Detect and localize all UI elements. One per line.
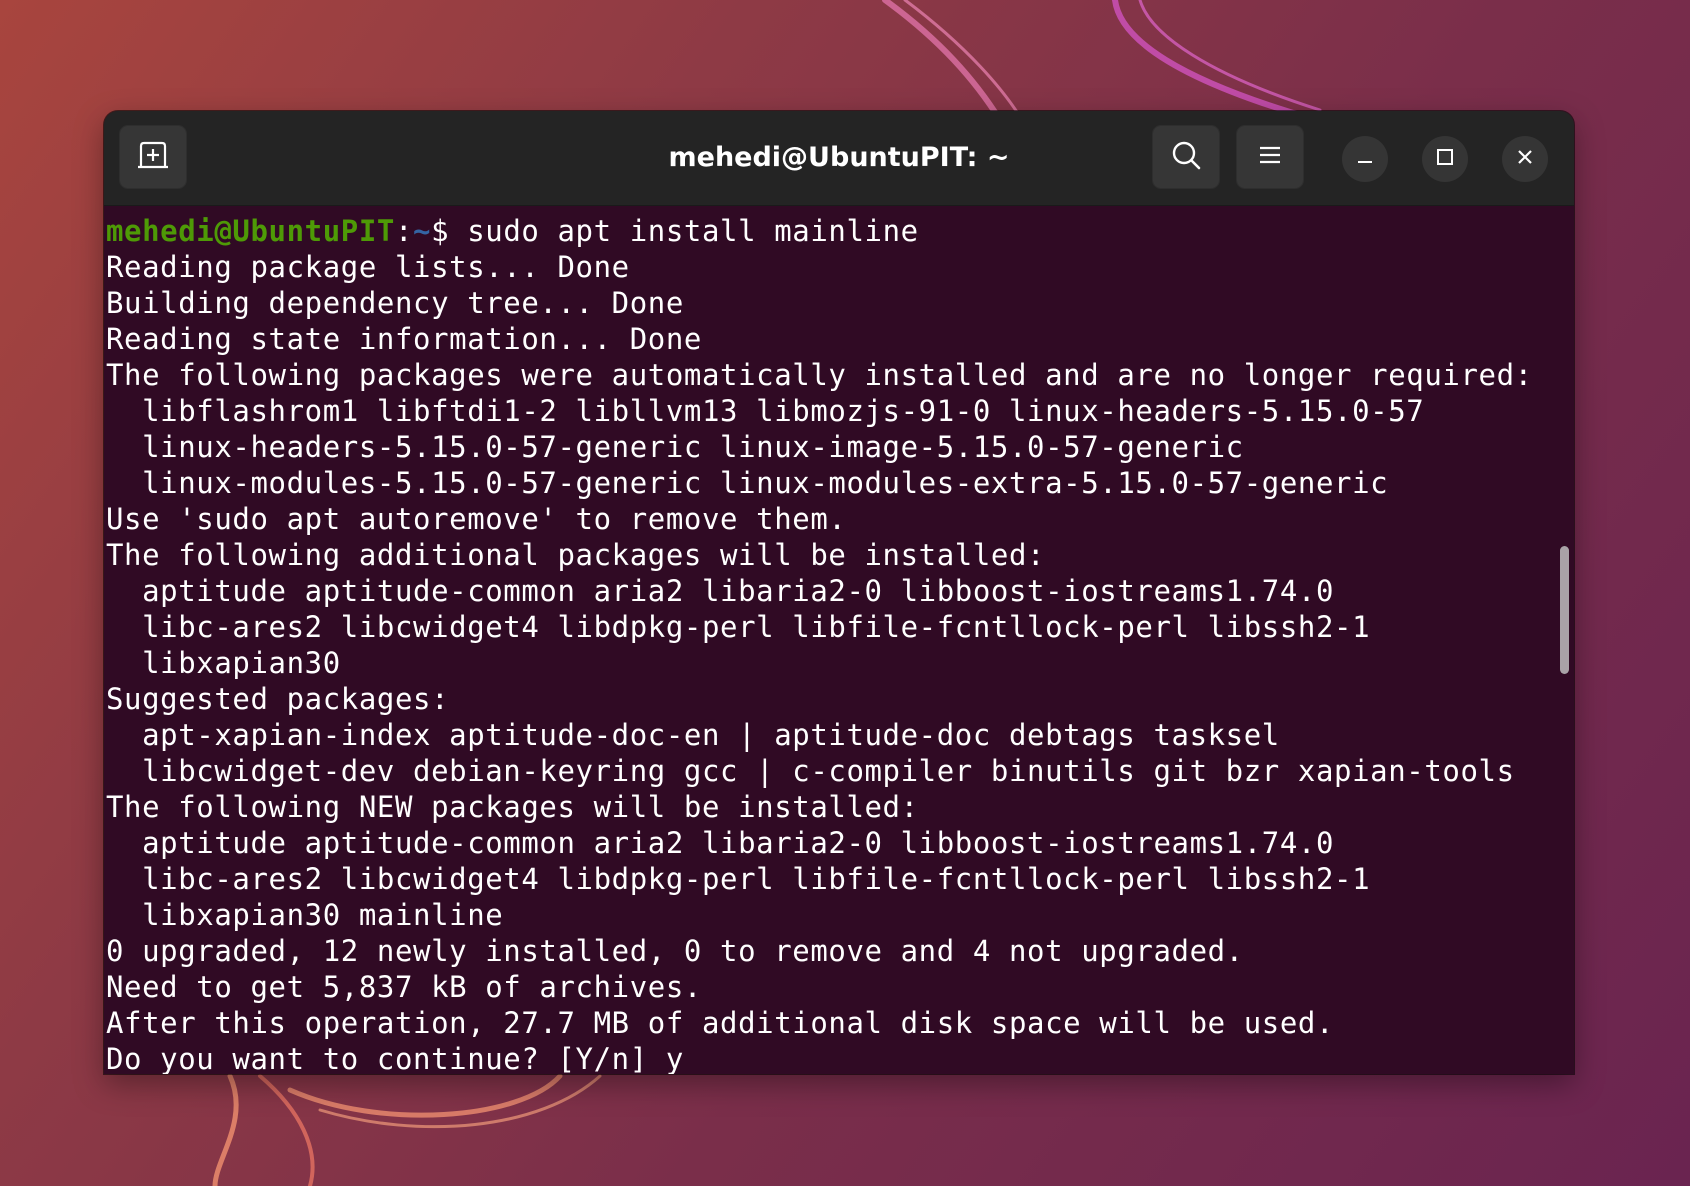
prompt-line: mehedi@UbuntuPIT:~$ sudo apt install mai… bbox=[106, 213, 1554, 249]
new-tab-button[interactable] bbox=[119, 125, 187, 189]
output-line: The following additional packages will b… bbox=[106, 538, 1046, 572]
window-title: mehedi@UbuntuPIT: ~ bbox=[668, 142, 1010, 173]
output-line: The following packages were automaticall… bbox=[106, 358, 1533, 392]
title-bar: mehedi@UbuntuPIT: ~ bbox=[104, 111, 1574, 206]
maximize-icon bbox=[1435, 147, 1455, 171]
output-line: Do you want to continue? [Y/n] y bbox=[106, 1042, 684, 1074]
output-line: Building dependency tree... Done bbox=[106, 286, 684, 320]
scrollbar-thumb[interactable] bbox=[1560, 546, 1569, 674]
output-line: libflashrom1 libftdi1-2 libllvm13 libmoz… bbox=[106, 394, 1425, 428]
prompt-path: ~ bbox=[413, 214, 432, 248]
output-line: After this operation, 27.7 MB of additio… bbox=[106, 1006, 1335, 1040]
output-line: Reading package lists... Done bbox=[106, 250, 630, 284]
output-line: Need to get 5,837 kB of archives. bbox=[106, 970, 702, 1004]
output-line: apt-xapian-index aptitude-doc-en | aptit… bbox=[106, 718, 1280, 752]
prompt-command: sudo apt install mainline bbox=[467, 214, 919, 248]
minimize-icon bbox=[1355, 147, 1375, 171]
hamburger-menu-icon bbox=[1255, 140, 1285, 174]
close-button[interactable] bbox=[1502, 136, 1548, 182]
output-line: libc-ares2 libcwidget4 libdpkg-perl libf… bbox=[106, 610, 1371, 644]
output-line: The following NEW packages will be insta… bbox=[106, 790, 919, 824]
close-icon bbox=[1515, 147, 1535, 171]
scrollbar[interactable] bbox=[1555, 206, 1574, 1074]
minimize-button[interactable] bbox=[1342, 136, 1388, 182]
output-line: libcwidget-dev debian-keyring gcc | c-co… bbox=[106, 754, 1515, 788]
prompt-user-host: mehedi@UbuntuPIT bbox=[106, 214, 395, 248]
prompt-separator: : bbox=[394, 214, 414, 248]
output-line: Reading state information... Done bbox=[106, 322, 702, 356]
output-line: Use 'sudo apt autoremove' to remove them… bbox=[106, 502, 847, 536]
output-line: 0 upgraded, 12 newly installed, 0 to rem… bbox=[106, 934, 1244, 968]
output-line: linux-modules-5.15.0-57-generic linux-mo… bbox=[106, 466, 1389, 500]
output-line: libc-ares2 libcwidget4 libdpkg-perl libf… bbox=[106, 862, 1371, 896]
new-tab-icon bbox=[136, 138, 170, 176]
output-line: linux-headers-5.15.0-57-generic linux-im… bbox=[106, 430, 1244, 464]
menu-button[interactable] bbox=[1236, 125, 1304, 189]
prompt-symbol: $ bbox=[431, 214, 468, 248]
output-line: aptitude aptitude-common aria2 libaria2-… bbox=[106, 826, 1335, 860]
output-line: libxapian30 mainline bbox=[106, 898, 504, 932]
terminal-output[interactable]: mehedi@UbuntuPIT:~$ sudo apt install mai… bbox=[104, 206, 1554, 1074]
output-line: Suggested packages: bbox=[106, 682, 450, 716]
output-line: libxapian30 bbox=[106, 646, 341, 680]
maximize-button[interactable] bbox=[1422, 136, 1468, 182]
terminal-window: mehedi@UbuntuPIT: ~ mehedi@UbuntuPIT:~$ … bbox=[104, 111, 1574, 1074]
search-icon bbox=[1169, 138, 1203, 176]
output-line: aptitude aptitude-common aria2 libaria2-… bbox=[106, 574, 1335, 608]
search-button[interactable] bbox=[1152, 125, 1220, 189]
